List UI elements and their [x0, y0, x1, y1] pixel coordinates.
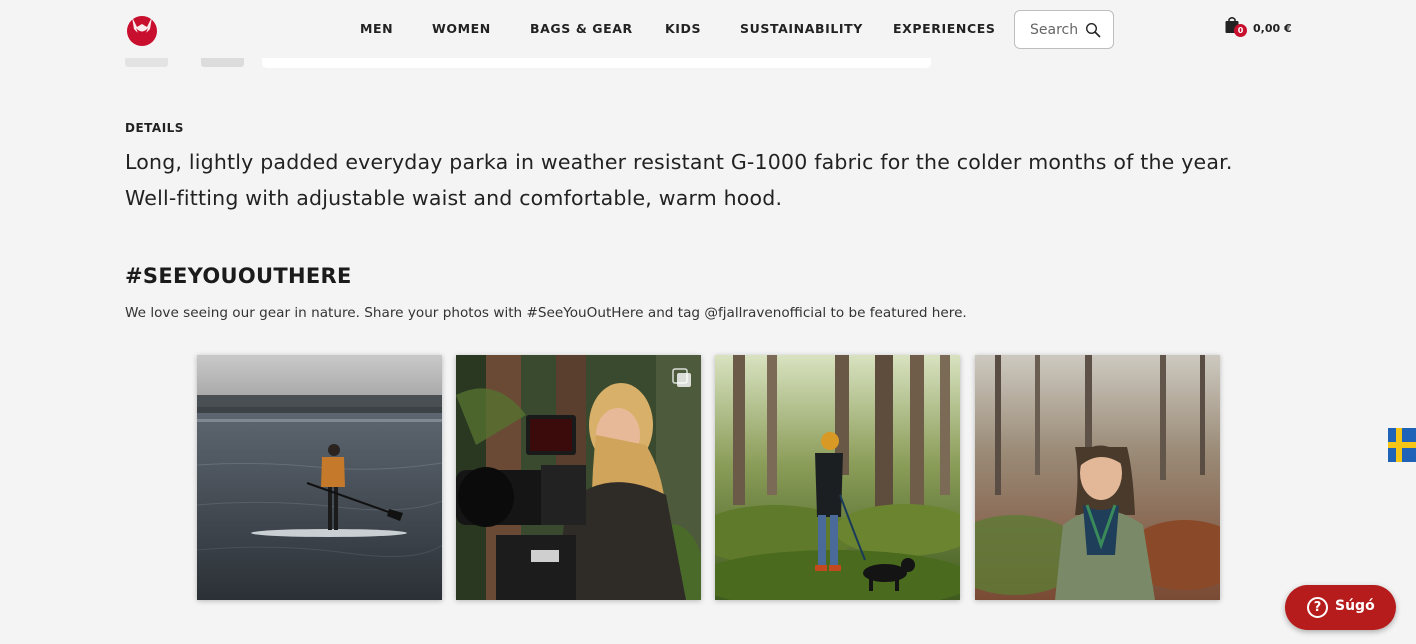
- help-label: Súgó: [1335, 598, 1375, 614]
- cart-button[interactable]: 0 0,00 €: [1224, 16, 1294, 40]
- search-input[interactable]: Search: [1014, 10, 1114, 49]
- search-placeholder: Search: [1030, 22, 1079, 38]
- nav-item-kids[interactable]: KIDS: [665, 21, 701, 36]
- cart-count-badge: 0: [1234, 24, 1247, 37]
- details-description: Long, lightly padded everyday parka in w…: [125, 150, 1233, 210]
- sweden-flag-icon[interactable]: [1388, 428, 1416, 462]
- nav-item-bags-gear[interactable]: BAGS & GEAR: [530, 21, 633, 36]
- nav-item-experiences[interactable]: EXPERIENCES: [893, 21, 995, 36]
- gallery-photo-forest-hiker[interactable]: [715, 355, 960, 600]
- search-icon[interactable]: [1085, 22, 1101, 38]
- help-button[interactable]: ? Súgó: [1285, 585, 1396, 630]
- question-mark-icon: ?: [1307, 597, 1328, 618]
- fox-logo[interactable]: [126, 13, 158, 47]
- nav-item-sustainability[interactable]: SUSTAINABILITY: [740, 21, 863, 36]
- seeyououthere-description: We love seeing our gear in nature. Share…: [125, 305, 967, 321]
- cart-total: 0,00 €: [1253, 22, 1292, 35]
- multiple-photos-icon: [672, 368, 691, 387]
- gallery-photo-paddleboarder[interactable]: [197, 355, 442, 600]
- nav-item-men[interactable]: MEN: [360, 21, 393, 36]
- details-heading: DETAILS: [125, 121, 184, 135]
- gallery-photo-autumn-woods[interactable]: [975, 355, 1220, 600]
- nav-item-women[interactable]: WOMEN: [432, 21, 491, 36]
- site-header: MEN WOMEN BAGS & GEAR KIDS SUSTAINABILIT…: [0, 0, 1416, 58]
- seeyououthere-heading: #SEEYOUOUTHERE: [125, 264, 352, 288]
- gallery-photo-filmmaker[interactable]: [456, 355, 701, 600]
